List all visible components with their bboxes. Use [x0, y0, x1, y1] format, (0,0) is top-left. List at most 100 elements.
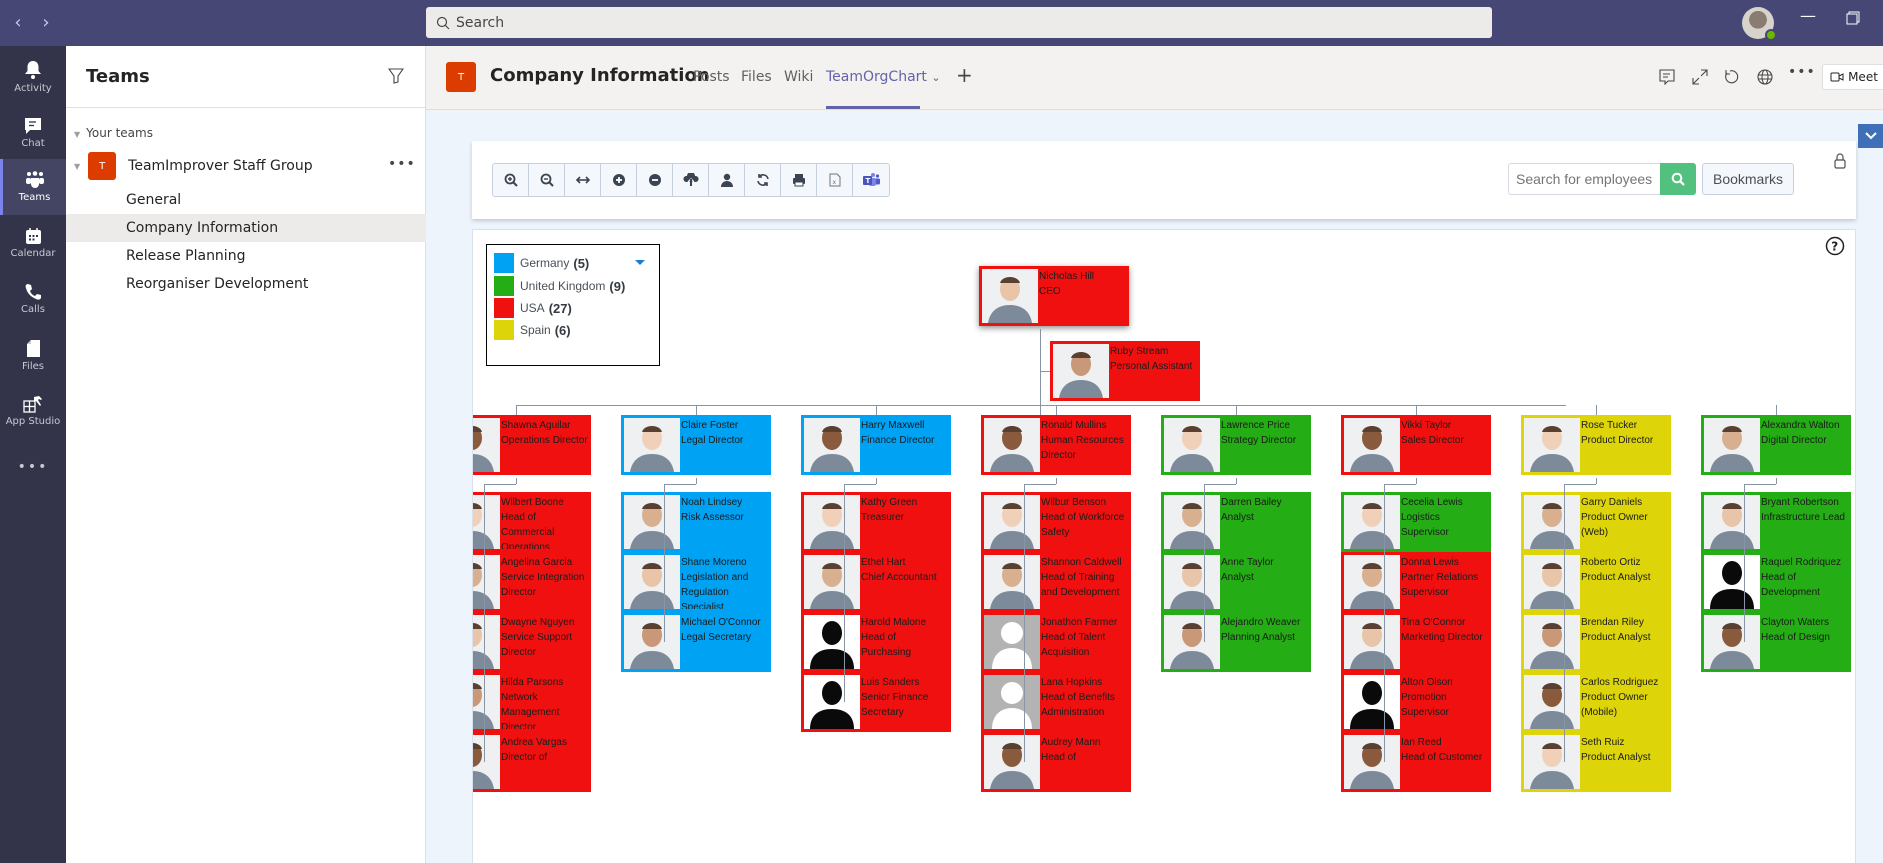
legend-item-usa[interactable]: USA (27): [494, 298, 572, 318]
bookmarks-button[interactable]: Bookmarks: [1702, 163, 1794, 195]
employee-card[interactable]: Shane Moreno Legislation and Regulation S…: [621, 552, 771, 612]
channel-general[interactable]: General: [66, 186, 426, 214]
rail-item-files[interactable]: Files: [0, 327, 66, 383]
employee-card[interactable]: Dwayne Nguyen Service Support Director: [473, 612, 591, 672]
zoom-in-button[interactable]: [493, 164, 529, 196]
employee-card[interactable]: Angelina Garcia Service Integration Direc…: [473, 552, 591, 612]
employee-card[interactable]: Roberto Ortiz Product Analyst: [1521, 552, 1671, 612]
lock-button[interactable]: [1834, 153, 1846, 173]
legend-item-germany[interactable]: Germany (5): [494, 253, 589, 273]
legend-item-spain[interactable]: Spain (6): [494, 320, 571, 340]
conversation-button[interactable]: [1659, 69, 1675, 89]
employee-card[interactable]: Wilbert Boone Head of Commercial Operatio…: [473, 492, 591, 552]
reload-button[interactable]: [1724, 69, 1740, 89]
employee-card[interactable]: Shawna Aguilar Operations Director: [473, 415, 591, 475]
global-search-input[interactable]: Search: [426, 7, 1492, 38]
rail-item-calendar[interactable]: Calendar: [0, 215, 66, 271]
employee-card[interactable]: Bryant Robertson Infrastructure Lead: [1701, 492, 1851, 552]
zoom-out-button[interactable]: [529, 164, 565, 196]
legend-item-united-kingdom[interactable]: United Kingdom (9): [494, 276, 625, 296]
employee-card[interactable]: Donna Lewis Partner Relations Supervisor: [1341, 552, 1491, 612]
rail-item-chat[interactable]: Chat: [0, 105, 66, 161]
user-avatar[interactable]: [1742, 7, 1777, 41]
employee-card[interactable]: Garry Daniels Product Owner (Web): [1521, 492, 1671, 552]
channel-reorganiser-development[interactable]: Reorganiser Development: [66, 270, 426, 298]
employee-card[interactable]: Lana Hopkins Head of Benefits Administrat…: [981, 672, 1131, 732]
employee-card[interactable]: Audrey Mann Head of: [981, 732, 1131, 792]
employee-card[interactable]: Ethel Hart Chief Accountant: [801, 552, 951, 612]
chevron-down-icon[interactable]: ⌄: [931, 71, 940, 84]
employee-card[interactable]: Carlos Rodriguez Product Owner (Mobile): [1521, 672, 1671, 732]
employee-card[interactable]: Alton Olson Promotion Supervisor: [1341, 672, 1491, 732]
rail-more-button[interactable]: •••: [0, 439, 66, 495]
meet-button[interactable]: Meet: [1822, 64, 1883, 90]
employee-card[interactable]: Alexandra Walton Digital Director: [1701, 415, 1851, 475]
tab-files[interactable]: Files: [741, 69, 772, 85]
rail-item-app-studio[interactable]: App Studio: [0, 383, 66, 439]
expand-all-button[interactable]: [601, 164, 637, 196]
expand-button[interactable]: [1692, 69, 1708, 89]
print-button[interactable]: [781, 164, 817, 196]
fit-width-button[interactable]: [565, 164, 601, 196]
employee-card[interactable]: Harry Maxwell Finance Director: [801, 415, 951, 475]
export-excel-button[interactable]: x: [817, 164, 853, 196]
employee-card[interactable]: Tina O'Connor Marketing Director: [1341, 612, 1491, 672]
employee-search-button[interactable]: [1660, 163, 1696, 195]
employee-card[interactable]: Shannon Caldwell Head of Training and Dev…: [981, 552, 1131, 612]
employee-card[interactable]: Wilbur Benson Head of Workforce Safety: [981, 492, 1131, 552]
website-button[interactable]: [1757, 69, 1773, 89]
refresh-button[interactable]: [745, 164, 781, 196]
minimize-button[interactable]: —: [1800, 6, 1816, 25]
employee-card[interactable]: Nicholas Hill CEO: [979, 266, 1129, 326]
team-item[interactable]: ▼ T TeamImprover Staff Group •••: [66, 150, 426, 182]
employee-card[interactable]: Anne Taylor Analyst: [1161, 552, 1311, 612]
channel-company-information[interactable]: Company Information: [66, 214, 426, 242]
tab-posts[interactable]: Posts: [693, 69, 730, 85]
employee-card[interactable]: Clayton Waters Head of Design: [1701, 612, 1851, 672]
my-position-button[interactable]: [709, 164, 745, 196]
back-button[interactable]: ‹: [8, 12, 28, 33]
tab-teamorgchart[interactable]: TeamOrgChart ⌄: [826, 69, 941, 85]
employee-card[interactable]: Michael O'Connor Legal Secretary: [621, 612, 771, 672]
employee-card[interactable]: Noah Lindsey Risk Assessor: [621, 492, 771, 552]
employee-card[interactable]: Cecelia Lewis Logistics Supervisor: [1341, 492, 1491, 552]
employee-card[interactable]: Ronald Mullins Human Resources Director: [981, 415, 1131, 475]
rail-item-teams[interactable]: Teams: [0, 159, 66, 215]
employee-search-input[interactable]: [1508, 163, 1660, 195]
employee-card[interactable]: Seth Ruiz Product Analyst: [1521, 732, 1671, 792]
filter-button[interactable]: [387, 68, 405, 88]
add-tab-button[interactable]: +: [956, 63, 973, 87]
team-more-button[interactable]: •••: [388, 156, 416, 172]
tab-wiki[interactable]: Wiki: [784, 69, 813, 85]
employee-card[interactable]: Claire Foster Legal Director: [621, 415, 771, 475]
forward-button[interactable]: ›: [36, 12, 56, 33]
collapse-all-button[interactable]: [637, 164, 673, 196]
channel-release-planning[interactable]: Release Planning: [66, 242, 426, 270]
employee-card[interactable]: Jonathon Farmer Head of Talent Acquisitio…: [981, 612, 1131, 672]
employee-card[interactable]: Darren Bailey Analyst: [1161, 492, 1311, 552]
orgchart-canvas[interactable]: Nicholas Hill CEO Ruby Stream Personal Assi…: [472, 229, 1856, 863]
employee-card[interactable]: Ruby Stream Personal Assistant: [1050, 341, 1200, 401]
employee-card[interactable]: Hilda Parsons Network Management Director: [473, 672, 591, 732]
employee-card[interactable]: Harold Malone Head of Purchasing: [801, 612, 951, 672]
your-teams-section[interactable]: ▼ Your teams: [74, 126, 153, 140]
employee-card[interactable]: Lawrence Price Strategy Director: [1161, 415, 1311, 475]
employee-card[interactable]: Kathy Green Treasurer: [801, 492, 951, 552]
teams-share-button[interactable]: T: [853, 164, 889, 196]
employee-card[interactable]: Rose Tucker Product Director: [1521, 415, 1671, 475]
rail-item-activity[interactable]: Activity: [0, 49, 66, 105]
employee-card[interactable]: Ian Reed Head of Customer: [1341, 732, 1491, 792]
go-up-button[interactable]: [673, 164, 709, 196]
restore-button[interactable]: [1846, 10, 1860, 29]
employee-card[interactable]: Luis Sanders Senior Finance Secretary: [801, 672, 951, 732]
collapse-toolbar-button[interactable]: [1858, 124, 1883, 148]
employee-card[interactable]: Brendan Riley Product Analyst: [1521, 612, 1671, 672]
employee-card[interactable]: Vikki Taylor Sales Director: [1341, 415, 1491, 475]
legend-dropdown-caret-icon[interactable]: [635, 260, 645, 265]
employee-card[interactable]: Raquel Rodriquez Head of Development: [1701, 552, 1851, 612]
more-options-button[interactable]: •••: [1788, 64, 1816, 80]
help-button[interactable]: ?: [1825, 236, 1845, 260]
employee-card[interactable]: Alejandro Weaver Planning Analyst: [1161, 612, 1311, 672]
employee-card[interactable]: Andrea Vargas Director of: [473, 732, 591, 792]
rail-item-calls[interactable]: Calls: [0, 271, 66, 327]
